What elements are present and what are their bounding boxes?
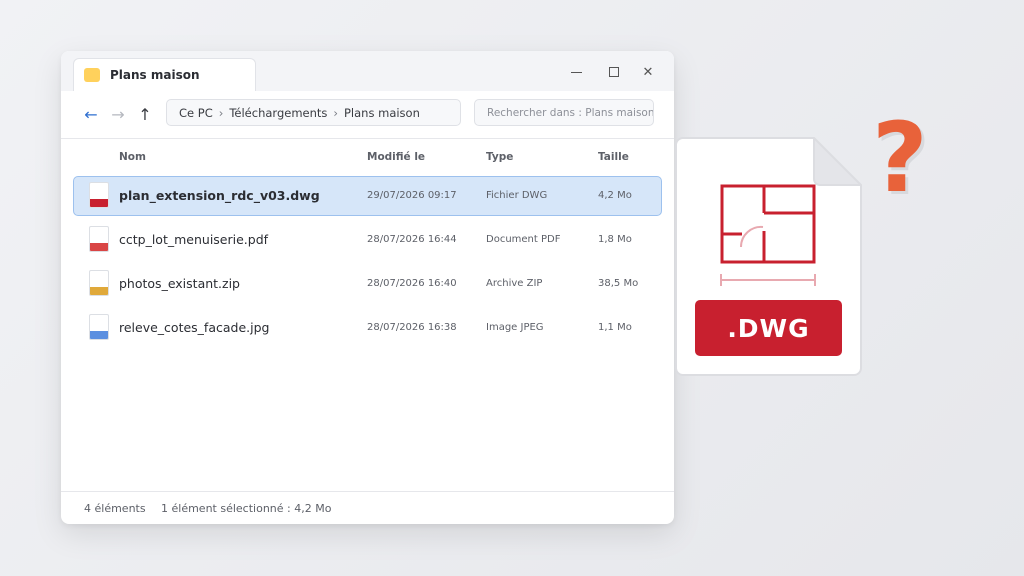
- forward-button[interactable]: →: [107, 103, 129, 125]
- close-icon: ✕: [642, 64, 654, 80]
- file-row[interactable]: cctp_lot_menuiserie.pdf 28/07/2026 16:44…: [73, 220, 662, 260]
- breadcrumb-item-ce-pc[interactable]: Ce PC: [179, 106, 213, 120]
- file-size: 1,1 Mo: [598, 322, 632, 333]
- column-header-name[interactable]: Nom: [119, 151, 146, 163]
- file-type: Archive ZIP: [486, 278, 543, 289]
- breadcrumb-item-telechargements[interactable]: Téléchargements: [229, 106, 327, 120]
- pdf-file-icon: [89, 226, 109, 252]
- up-button[interactable]: ↑: [134, 103, 156, 125]
- tab-label: Plans maison: [110, 68, 200, 82]
- column-headers: Nom Modifié le Type Taille: [61, 139, 674, 175]
- file-type: Fichier DWG: [486, 190, 548, 201]
- breadcrumb-separator: ›: [333, 105, 338, 120]
- file-size: 4,2 Mo: [598, 190, 632, 201]
- address-bar: ← → ↑ Ce PC › Téléchargements › Plans ma…: [61, 91, 674, 139]
- file-type: Image JPEG: [486, 322, 544, 333]
- column-header-modified[interactable]: Modifié le: [367, 151, 425, 163]
- file-modified: 28/07/2026 16:38: [367, 322, 457, 333]
- title-bar: Plans maison ✕: [61, 51, 674, 91]
- column-header-size[interactable]: Taille: [598, 151, 629, 163]
- dwg-file-icon: [89, 182, 109, 208]
- status-selection: 1 élément sélectionné : 4,2 Mo: [161, 502, 332, 515]
- minimize-icon: [570, 71, 582, 73]
- file-explorer-window: Plans maison ✕ ← → ↑ Ce PC › Téléchargem…: [61, 51, 674, 524]
- file-row[interactable]: releve_cotes_facade.jpg 28/07/2026 16:38…: [73, 308, 662, 348]
- file-type: Document PDF: [486, 234, 561, 245]
- minimize-button[interactable]: [564, 61, 588, 83]
- file-size: 1,8 Mo: [598, 234, 632, 245]
- maximize-button[interactable]: [602, 61, 626, 83]
- file-name: plan_extension_rdc_v03.dwg: [119, 188, 320, 203]
- zip-file-icon: [89, 270, 109, 296]
- maximize-icon: [609, 67, 619, 77]
- file-name: photos_existant.zip: [119, 276, 240, 291]
- dwg-file-illustration: .DWG: [675, 135, 864, 376]
- breadcrumb[interactable]: Ce PC › Téléchargements › Plans maison: [166, 99, 461, 126]
- question-mark-icon: ?: [872, 102, 928, 214]
- file-row[interactable]: plan_extension_rdc_v03.dwg 29/07/2026 09…: [73, 176, 662, 216]
- file-name: cctp_lot_menuiserie.pdf: [119, 232, 269, 247]
- image-file-icon: [89, 314, 109, 340]
- arrow-left-icon: ←: [84, 104, 98, 124]
- file-modified: 29/07/2026 09:17: [367, 190, 457, 201]
- back-button[interactable]: ←: [80, 103, 102, 125]
- status-item-count: 4 éléments: [84, 502, 146, 515]
- arrow-right-icon: →: [111, 104, 125, 124]
- file-modified: 28/07/2026 16:40: [367, 278, 457, 289]
- close-button[interactable]: ✕: [636, 61, 660, 83]
- column-header-type[interactable]: Type: [486, 151, 513, 163]
- folder-icon: [84, 68, 100, 82]
- breadcrumb-separator: ›: [218, 105, 224, 120]
- file-name: releve_cotes_facade.jpg: [119, 320, 270, 335]
- status-bar: 4 éléments 1 élément sélectionné : 4,2 M…: [61, 491, 674, 524]
- file-row[interactable]: photos_existant.zip 28/07/2026 16:40 Arc…: [73, 264, 662, 304]
- arrow-up-icon: ↑: [138, 104, 152, 124]
- file-size: 38,5 Mo: [598, 278, 639, 289]
- breadcrumb-item-plans-maison[interactable]: Plans maison: [344, 106, 420, 120]
- search-input[interactable]: [474, 99, 654, 126]
- tab-plans-maison[interactable]: Plans maison: [73, 58, 256, 91]
- file-modified: 28/07/2026 16:44: [367, 234, 457, 245]
- dwg-extension-label: .DWG: [727, 313, 810, 343]
